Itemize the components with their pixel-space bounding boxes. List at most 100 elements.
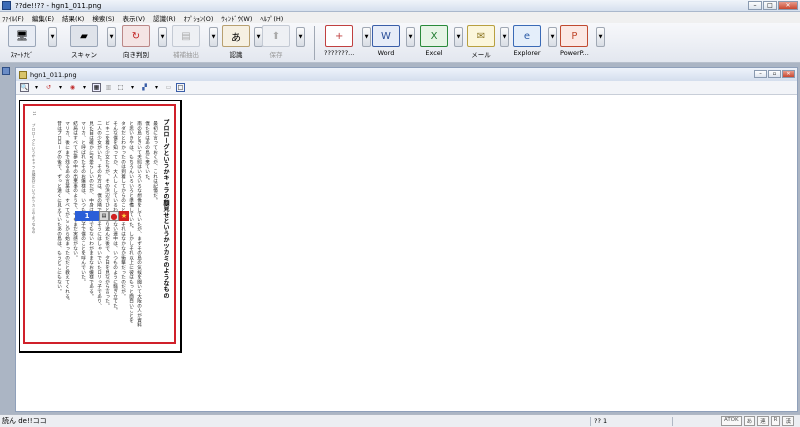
document-window: hgn1_011.png – ▫ ✕ 🔍 ▾ ↺ ▾ ◉ ▾ ▦ ▥ ⬚ ▾ ▞… bbox=[15, 67, 798, 412]
layout-icon[interactable]: ▦ bbox=[92, 83, 101, 92]
color-icon[interactable]: ◉ bbox=[68, 83, 77, 92]
window-controls: – □ ✕ bbox=[748, 1, 798, 10]
save-button[interactable]: ⬆ 保存 bbox=[262, 25, 290, 61]
powerpoint-dropdown[interactable]: ▼ bbox=[596, 27, 605, 47]
text-column: マリカ、後にまで残るあの言葉は、すべてがここから始まったのだと教えてくれる。 bbox=[64, 121, 70, 304]
excel-dropdown[interactable]: ▼ bbox=[454, 27, 463, 47]
select-icon[interactable]: ⬚ bbox=[116, 83, 125, 92]
correction-button[interactable]: ▤ 補補抽出 bbox=[172, 25, 200, 61]
text-column: 二人の少女がいた。その片方は、僕の隣で楽しそうにはしゃいでいたロリっ子であり、 bbox=[96, 121, 102, 331]
mail-icon: ✉ bbox=[467, 25, 495, 47]
region-number-tag[interactable]: 1 bbox=[75, 211, 99, 221]
main-toolbar: 🖥 ｽﾏｰﾄﾅﾋﾞ ▼ ▰ スキャン ▼ ↻ 向き判別 ▼ ▤ 補補抽出 ▼ あ… bbox=[0, 23, 800, 63]
smartnavi-button[interactable]: 🖥 ｽﾏｰﾄﾅﾋﾞ bbox=[8, 25, 36, 61]
mail-dropdown[interactable]: ▼ bbox=[500, 27, 509, 47]
menu-file[interactable]: ﾌｧｲﾙ(F) bbox=[2, 13, 24, 23]
text-column: そんな僕を知ってか、大人しくしているわけもない連中は、いつものように騒ぎ立てた。 bbox=[112, 121, 118, 331]
app-icon bbox=[2, 1, 11, 10]
text-column: 結局はすべてが夢の中の出来事のようで、今もまだ実感がない。 bbox=[72, 121, 78, 261]
document-title-bar: hgn1_011.png – ▫ ✕ bbox=[16, 68, 797, 81]
select-dropdown[interactable]: ▾ bbox=[128, 83, 137, 92]
area-dropdown[interactable]: ▾ bbox=[152, 83, 161, 92]
menu-search[interactable]: 検索(S) bbox=[92, 13, 114, 23]
minimize-button[interactable]: – bbox=[748, 1, 762, 10]
text-column: タダだとわかったのは到着してからのことで、それはなかなか衝撃だったのだが。 bbox=[120, 121, 126, 299]
ime-conversion[interactable]: 連 bbox=[757, 416, 769, 426]
text-column: マリカ、と呼ばれたそのお嬢様は、いつもの調子で僕のことを呼んでいた。 bbox=[80, 121, 86, 285]
status-page: ?? 1 bbox=[590, 417, 670, 426]
ime-romaji[interactable]: R bbox=[770, 416, 781, 426]
text-column: ビキニを着た少女たちが、その浜辺でひとしきり遊んだ後で、夕日を見ながら言った。 bbox=[104, 121, 110, 331]
fit-icon[interactable]: □ bbox=[176, 83, 185, 92]
save-dropdown[interactable]: ▼ bbox=[296, 27, 305, 47]
zoom-icon[interactable]: 🔍 bbox=[20, 83, 29, 92]
ime-kanji[interactable]: 漢 bbox=[782, 416, 794, 426]
explorer-icon: e bbox=[513, 25, 541, 47]
area-icon[interactable]: ▞ bbox=[140, 83, 149, 92]
document-export-icon: + bbox=[325, 25, 354, 47]
correction-dropdown[interactable]: ▼ bbox=[209, 27, 218, 47]
menu-bar: ﾌｧｲﾙ(F) 編集(E) 結果(K) 検索(S) 表示(V) 認識(R) ｵﾌ… bbox=[0, 12, 800, 23]
scan-button[interactable]: ▰ スキャン bbox=[70, 25, 98, 61]
page-image[interactable]: プロローグというかキャラの顔見せというかツカミのようなもの 最初に言っておくが、… bbox=[19, 100, 182, 353]
excel-button[interactable]: X Excel bbox=[420, 25, 448, 61]
word-dropdown[interactable]: ▼ bbox=[406, 27, 415, 47]
powerpoint-button[interactable]: P PowerP... bbox=[560, 25, 589, 61]
word-button[interactable]: W Word bbox=[372, 25, 400, 61]
region-toggle-icon[interactable]: ▤ bbox=[99, 211, 109, 221]
scanner-icon: ▰ bbox=[70, 25, 98, 47]
document-close-button[interactable]: ✕ bbox=[782, 70, 795, 78]
minimized-window-icon[interactable] bbox=[2, 67, 10, 75]
recognize-button[interactable]: あ 認識 bbox=[222, 25, 250, 61]
zoom-dropdown[interactable]: ▾ bbox=[32, 83, 41, 92]
scan-dropdown[interactable]: ▼ bbox=[107, 27, 116, 47]
menu-recognize[interactable]: 認識(R) bbox=[153, 13, 176, 23]
document-title: hgn1_011.png bbox=[30, 70, 77, 79]
region-star-icon[interactable]: ★ bbox=[119, 211, 129, 221]
chapter-title: プロローグというかキャラの顔見せというかツカミのようなもの bbox=[162, 119, 169, 299]
window-title: ??de!!?? - hgn1_011.png bbox=[15, 1, 102, 10]
region-red-dot-icon[interactable]: ● bbox=[109, 211, 119, 221]
menu-edit[interactable]: 編集(E) bbox=[32, 13, 54, 23]
image-view[interactable]: プロローグというかキャラの顔見せというかツカミのようなもの 最初に言っておくが、… bbox=[16, 95, 797, 411]
color-dropdown[interactable]: ▾ bbox=[80, 83, 89, 92]
document-minimize-button[interactable]: – bbox=[754, 70, 767, 78]
page-header: 11 プロローグというかキャラの顔見せというかツカミのようなもの bbox=[32, 111, 36, 234]
mdi-workspace: hgn1_011.png – ▫ ✕ 🔍 ▾ ↺ ▾ ◉ ▾ ▦ ▥ ⬚ ▾ ▞… bbox=[0, 63, 800, 414]
ime-mode[interactable]: ATOK bbox=[720, 416, 742, 426]
text-column: 最初に言っておくが、これは記憶だ。 bbox=[152, 121, 158, 203]
menu-options[interactable]: ｵﾌﾟｼｮﾝ(O) bbox=[184, 13, 214, 23]
status-bar: 読ん de!!ココ ?? 1 ATOK あ 連 R 漢 bbox=[0, 414, 800, 427]
explorer-button[interactable]: e Explorer bbox=[513, 25, 541, 61]
mail-button[interactable]: ✉ メール bbox=[467, 25, 495, 61]
orientation-icon: ↻ bbox=[122, 25, 150, 47]
orientation-button[interactable]: ↻ 向き判別 bbox=[122, 25, 150, 61]
orientation-dropdown[interactable]: ▼ bbox=[158, 27, 167, 47]
menu-view[interactable]: 表示(V) bbox=[123, 13, 146, 23]
image-toolbar: 🔍 ▾ ↺ ▾ ◉ ▾ ▦ ▥ ⬚ ▾ ▞ ▾ ▭ □ bbox=[16, 81, 797, 95]
menu-window[interactable]: ｳｨﾝﾄﾞｳ(W) bbox=[221, 13, 252, 23]
document-window-controls: – ▫ ✕ bbox=[754, 70, 795, 78]
rotate-icon[interactable]: ↺ bbox=[44, 83, 53, 92]
title-bar: ??de!!?? - hgn1_011.png – □ ✕ bbox=[0, 0, 800, 12]
explorer-dropdown[interactable]: ▼ bbox=[548, 27, 557, 47]
split-icon[interactable]: ▥ bbox=[104, 83, 113, 92]
maximize-button[interactable]: □ bbox=[763, 1, 777, 10]
document-restore-button[interactable]: ▫ bbox=[768, 70, 781, 78]
export-unknown-button[interactable]: + ???????... bbox=[324, 25, 354, 61]
close-button[interactable]: ✕ bbox=[778, 1, 798, 10]
text-column: と思いきやは、もちろんいろいろと準備していた。しかしそれ以上に彼はもっと面白いこ… bbox=[128, 121, 134, 323]
powerpoint-icon: P bbox=[560, 25, 589, 47]
menu-help[interactable]: ﾍﾙﾌﾟ(H) bbox=[260, 13, 283, 23]
text-column: 昔はプロローグの後で、ずっと遠くに見えていたあの島は、もうどこにもない。 bbox=[56, 121, 62, 294]
region-icon[interactable]: ▭ bbox=[164, 83, 173, 92]
smartnavi-icon: 🖥 bbox=[8, 25, 36, 47]
rotate-dropdown[interactable]: ▾ bbox=[56, 83, 65, 92]
smartnavi-dropdown[interactable]: ▼ bbox=[48, 27, 57, 47]
ime-bar: ATOK あ 連 R 漢 bbox=[720, 416, 794, 426]
export-unknown-dropdown[interactable]: ▼ bbox=[362, 27, 371, 47]
menu-result[interactable]: 結果(K) bbox=[62, 13, 84, 23]
ime-input[interactable]: あ bbox=[743, 416, 756, 426]
text-column: 南の島ときいて天照はいろいろな想像をしていたが、まずその島の気候を聞いて大阪の人… bbox=[136, 121, 142, 328]
image-file-icon bbox=[19, 70, 27, 79]
